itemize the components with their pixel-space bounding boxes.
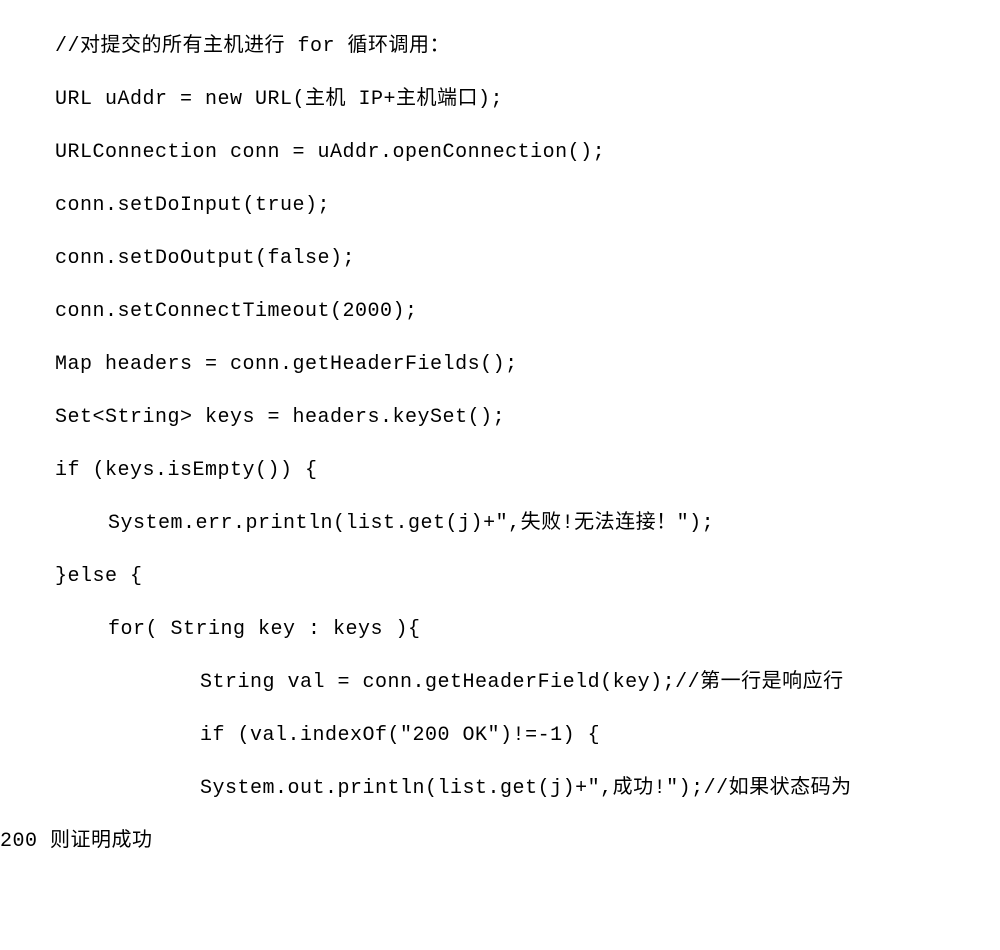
code-block: //对提交的所有主机进行 for 循环调用： URL uAddr = new U… bbox=[0, 0, 1000, 868]
code-line: //对提交的所有主机进行 for 循环调用： bbox=[55, 20, 1000, 73]
code-line: conn.setDoInput(true); bbox=[55, 179, 1000, 232]
code-line: }else { bbox=[55, 550, 1000, 603]
code-line: URL uAddr = new URL(主机 IP+主机端口); bbox=[55, 73, 1000, 126]
code-line: conn.setDoOutput(false); bbox=[55, 232, 1000, 285]
code-line: if (keys.isEmpty()) { bbox=[55, 444, 1000, 497]
code-line: String val = conn.getHeaderField(key);//… bbox=[55, 656, 1000, 709]
code-line: for( String key : keys ){ bbox=[55, 603, 1000, 656]
code-line: conn.setConnectTimeout(2000); bbox=[55, 285, 1000, 338]
code-line: URLConnection conn = uAddr.openConnectio… bbox=[55, 126, 1000, 179]
code-line: Set<String> keys = headers.keySet(); bbox=[55, 391, 1000, 444]
code-line: Map headers = conn.getHeaderFields(); bbox=[55, 338, 1000, 391]
code-line: System.err.println(list.get(j)+",失败!无法连接… bbox=[55, 497, 1000, 550]
code-line: System.out.println(list.get(j)+",成功!");/… bbox=[55, 762, 1000, 815]
code-line: if (val.indexOf("200 OK")!=-1) { bbox=[55, 709, 1000, 762]
code-line: 200 则证明成功 bbox=[0, 815, 1000, 868]
